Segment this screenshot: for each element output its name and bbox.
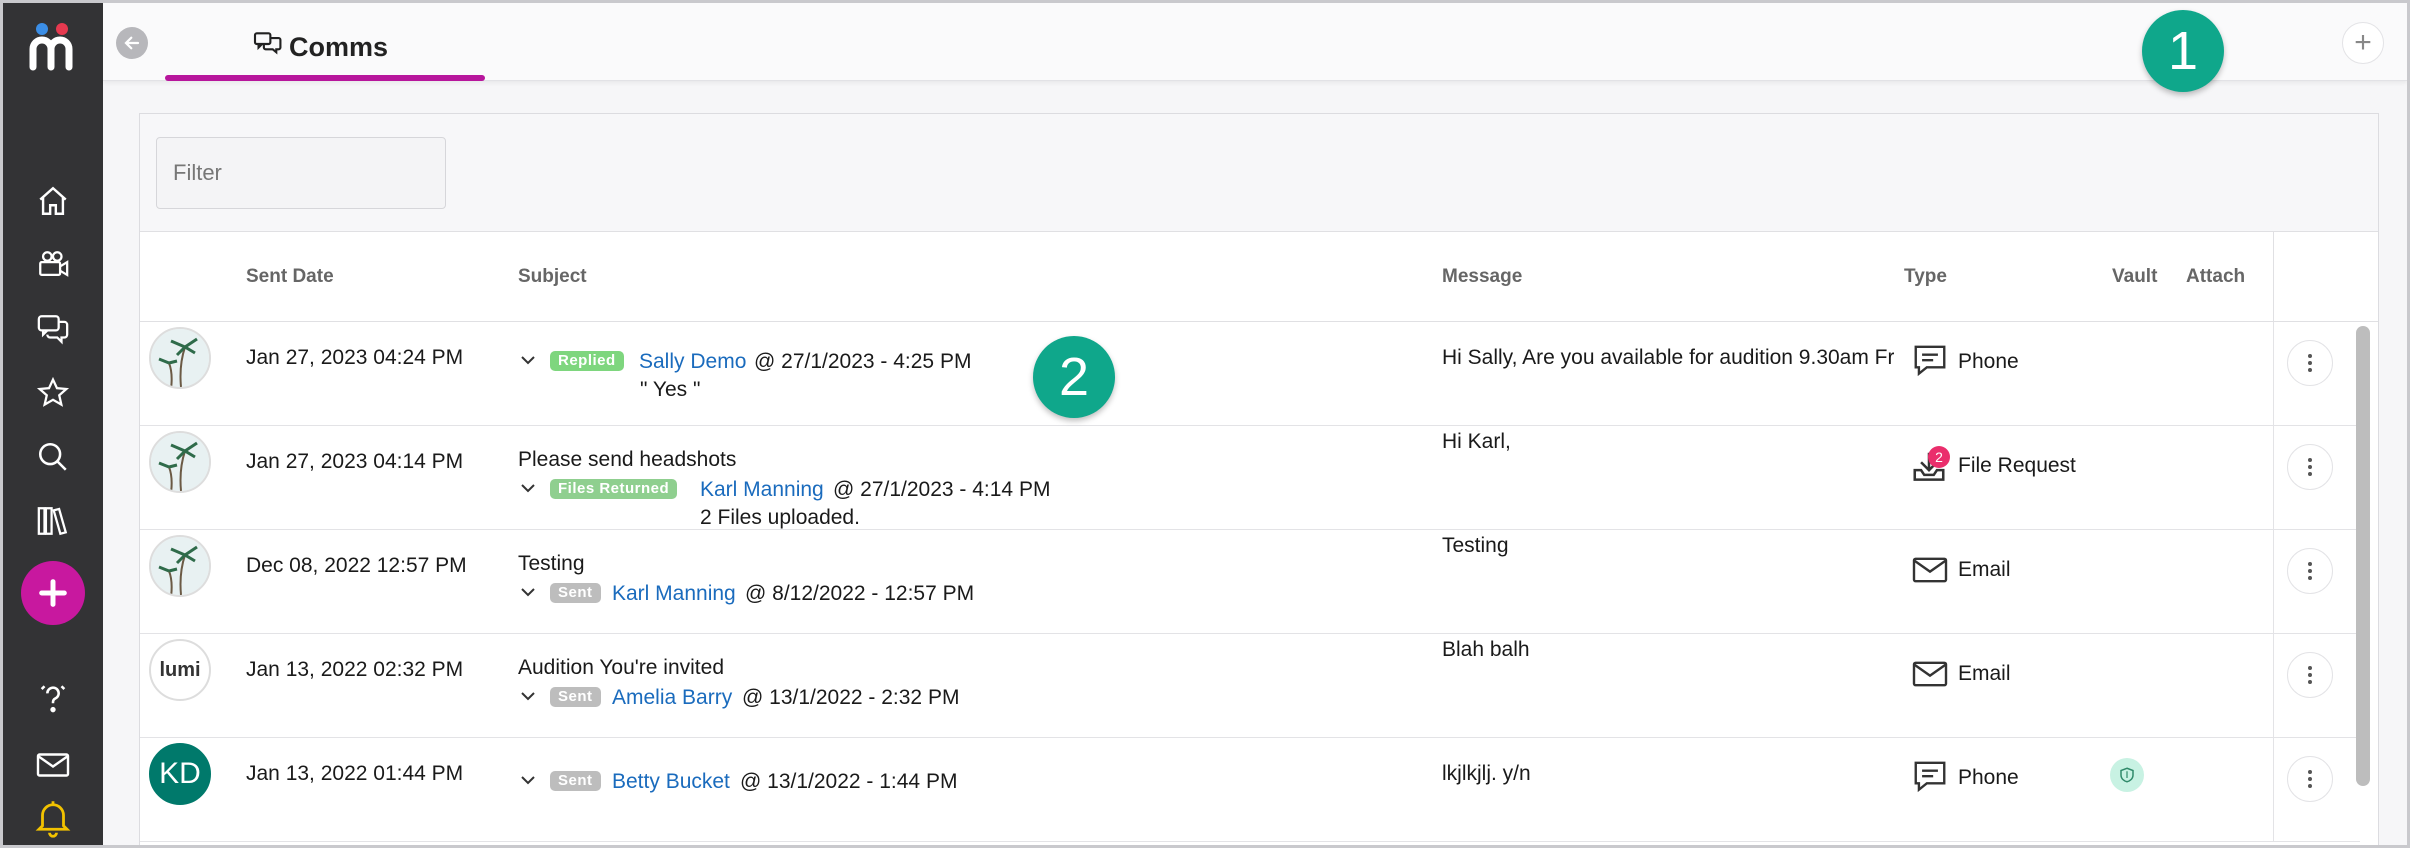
phone-message-icon — [1914, 761, 1946, 793]
step-marker-1: 1 — [2142, 10, 2224, 92]
sent-date: Jan 27, 2023 04:24 PM — [246, 346, 464, 369]
avatar — [149, 431, 211, 493]
row-menu-button[interactable] — [2287, 548, 2333, 594]
filter-bar — [140, 114, 2378, 232]
column-header-message[interactable]: Message — [1442, 266, 1522, 288]
email-icon — [1912, 557, 1948, 583]
add-button[interactable] — [21, 561, 85, 625]
filter-input[interactable] — [156, 137, 446, 209]
row-menu-button[interactable] — [2287, 444, 2333, 490]
subject-text: Testing — [518, 552, 585, 575]
sent-date: Jan 27, 2023 04:14 PM — [246, 450, 464, 473]
comms-panel: Sent Date Subject Message Type Vault Att… — [139, 113, 2379, 845]
subject-text: Audition You're invited — [518, 656, 725, 679]
sent-date: Jan 13, 2022 02:32 PM — [246, 658, 464, 681]
column-divider — [2273, 530, 2274, 633]
bell-icon[interactable] — [29, 793, 77, 841]
sent-timestamp: @ 27/1/2023 - 4:14 PM — [833, 478, 1051, 501]
email-icon — [1912, 661, 1948, 687]
status-badge: Sent — [550, 771, 601, 791]
help-icon[interactable] — [29, 675, 77, 723]
subject-text: Please send headshots — [518, 448, 737, 471]
reply-text: " Yes " — [640, 378, 701, 401]
avatar: lumi — [149, 639, 211, 701]
message-preview: Hi Sally, Are you available for audition… — [1442, 346, 1894, 369]
left-sidebar — [3, 3, 103, 845]
chevron-down-icon[interactable] — [520, 480, 536, 496]
step-marker-2: 2 — [1033, 336, 1115, 418]
search-icon[interactable] — [29, 433, 77, 481]
message-preview: lkjlkjlj. y/n — [1442, 762, 1531, 785]
status-badge: Sent — [550, 583, 601, 603]
contact-link[interactable]: Amelia Barry — [612, 686, 732, 710]
new-comm-button[interactable]: + — [2342, 22, 2384, 64]
top-header: Comms + — [103, 3, 2407, 81]
message-preview: Blah balh — [1442, 638, 1530, 661]
library-icon[interactable] — [29, 497, 77, 545]
column-header-sent-date[interactable]: Sent Date — [246, 266, 334, 288]
status-badge: Sent — [550, 687, 601, 707]
chevron-down-icon[interactable] — [520, 352, 536, 368]
app-logo[interactable] — [27, 19, 79, 75]
type-label: Email — [1958, 662, 2011, 685]
chevron-down-icon[interactable] — [520, 688, 536, 704]
status-badge: Replied — [550, 351, 624, 371]
home-icon[interactable] — [29, 177, 77, 225]
chat-icon[interactable] — [29, 305, 77, 353]
row-menu-button[interactable] — [2287, 652, 2333, 698]
row-menu-button[interactable] — [2287, 340, 2333, 386]
chevron-down-icon[interactable] — [520, 584, 536, 600]
table-row[interactable]: Jan 27, 2023 04:24 PM Replied Sally Demo… — [140, 322, 2360, 426]
chat-icon — [253, 31, 283, 62]
contact-link[interactable]: Karl Manning — [700, 478, 824, 502]
table-row[interactable]: lumi Jan 13, 2022 02:32 PM Audition You'… — [140, 634, 2360, 738]
contact-link[interactable]: Sally Demo — [639, 350, 746, 374]
row-menu-button[interactable] — [2287, 756, 2333, 802]
vault-shield-icon[interactable] — [2110, 758, 2144, 792]
column-divider — [2273, 634, 2274, 737]
table-row[interactable]: Dec 08, 2022 12:57 PM Testing Sent Karl … — [140, 530, 2360, 634]
vertical-scrollbar[interactable] — [2356, 326, 2370, 786]
sent-date: Jan 13, 2022 01:44 PM — [246, 762, 464, 785]
table-row[interactable]: Jan 27, 2023 04:14 PM Please send headsh… — [140, 426, 2360, 530]
type-label: File Request — [1958, 454, 2076, 477]
type-label: Email — [1958, 558, 2011, 581]
message-preview: Testing — [1442, 534, 1509, 557]
app-window: Comms + 1 Sent Date Subject Message Type… — [3, 3, 2407, 845]
column-divider — [2273, 322, 2274, 425]
camera-icon[interactable] — [29, 241, 77, 289]
status-badge: Files Returned — [550, 479, 678, 499]
request-count-badge: 2 — [1928, 446, 1950, 468]
sent-timestamp: @ 13/1/2022 - 1:44 PM — [740, 770, 958, 793]
tab-comms[interactable]: Comms — [165, 3, 485, 81]
contact-link[interactable]: Betty Bucket — [612, 770, 730, 794]
tab-active-indicator — [165, 75, 485, 81]
sent-timestamp: @ 8/12/2022 - 12:57 PM — [745, 582, 975, 605]
contact-link[interactable]: Karl Manning — [612, 582, 736, 606]
chevron-down-icon[interactable] — [520, 772, 536, 788]
column-header-subject[interactable]: Subject — [518, 266, 587, 288]
sent-timestamp: @ 13/1/2022 - 2:32 PM — [742, 686, 960, 709]
star-icon[interactable] — [29, 369, 77, 417]
avatar: KD — [149, 743, 211, 805]
avatar — [149, 535, 211, 597]
column-header-attach[interactable]: Attach — [2186, 266, 2245, 288]
type-label: Phone — [1958, 350, 2019, 373]
column-divider — [2273, 426, 2274, 529]
type-label: Phone — [1958, 766, 2019, 789]
upload-note: 2 Files uploaded. — [700, 506, 860, 529]
column-header-vault[interactable]: Vault — [2112, 266, 2157, 288]
tab-label: Comms — [289, 32, 389, 62]
back-button[interactable] — [116, 27, 148, 59]
table-row[interactable]: KD Jan 13, 2022 01:44 PM Sent Betty Buck… — [140, 738, 2360, 842]
column-header-type[interactable]: Type — [1904, 266, 1947, 288]
column-divider — [2273, 232, 2274, 322]
avatar — [149, 327, 211, 389]
mail-icon[interactable] — [29, 741, 77, 789]
message-preview: Hi Karl, — [1442, 430, 1511, 453]
phone-message-icon — [1914, 345, 1946, 377]
sent-date: Dec 08, 2022 12:57 PM — [246, 554, 467, 577]
column-divider — [2273, 738, 2274, 841]
sent-timestamp: @ 27/1/2023 - 4:25 PM — [754, 350, 972, 373]
